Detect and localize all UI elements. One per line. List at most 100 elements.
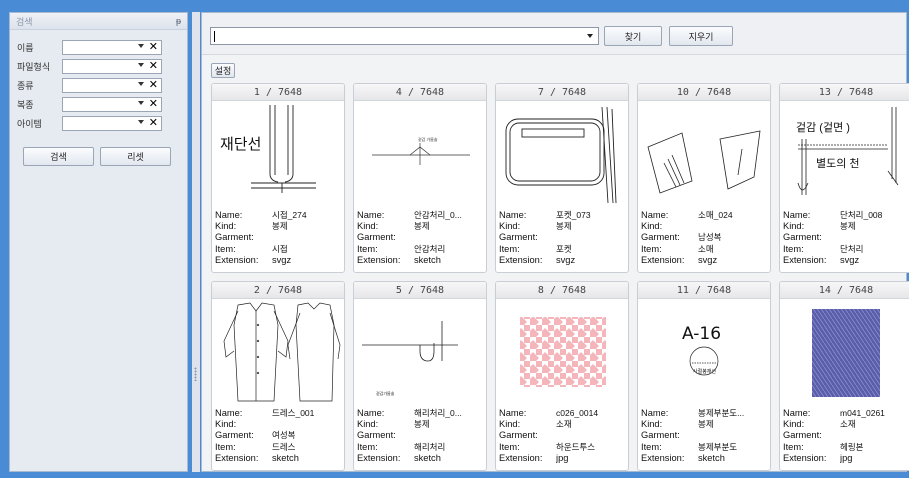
meta-key-name: Name:: [783, 408, 811, 418]
meta-key-item: Item:: [783, 243, 804, 254]
meta-item: 헤링본: [840, 441, 864, 452]
meta-item: 하운드투스: [556, 441, 596, 452]
chevron-down-icon[interactable]: [138, 62, 144, 67]
meta-key-item: Item:: [783, 441, 804, 452]
card-meta: Name: 시접_274 Kind: 봉제 Garment: Item: 시접 Ext…: [215, 210, 343, 266]
hem-drawing[interactable]: 겉감 (겉면 ) 별도의 천: [784, 103, 909, 205]
meta-extension: svgz: [698, 254, 718, 265]
lining-drawing[interactable]: 겉감 가름솔: [358, 103, 484, 205]
field-label: 복종: [17, 99, 34, 110]
item-combo[interactable]: ✕: [62, 115, 162, 131]
card-meta: Name: 포켓_073 Kind: 봉제 Garment: Item: 포켓 Ext…: [499, 210, 627, 266]
meta-extension: sketch: [698, 452, 725, 463]
chevron-down-icon[interactable]: [587, 34, 593, 38]
card-counter: 1 / 7648: [212, 84, 344, 101]
pin-icon[interactable]: ᵽ: [176, 16, 181, 26]
field-garment: 복종 ✕: [17, 95, 181, 113]
meta-key-extension: Extension:: [499, 254, 543, 265]
field-kind: 종류 ✕: [17, 76, 181, 94]
herringbone-swatch[interactable]: [784, 301, 909, 403]
query-combo[interactable]: [210, 27, 599, 45]
svg-text:겉감 (겉면 ): 겉감 (겉면 ): [796, 121, 850, 134]
houndstooth-swatch[interactable]: [500, 301, 626, 403]
chevron-down-icon[interactable]: [138, 81, 144, 86]
sleeve-drawing[interactable]: [642, 103, 768, 205]
meta-key-name: Name:: [499, 408, 527, 418]
chevron-down-icon[interactable]: [138, 119, 144, 124]
pocket-drawing[interactable]: [500, 103, 626, 205]
meta-extension: sketch: [414, 452, 441, 463]
result-card[interactable]: 14 / 7648 Name: m041_0261 Kind: 소재 Garment…: [779, 281, 909, 471]
result-card[interactable]: 2 / 7648 Name: 드레스_001 Kind: Garment: 여성복 …: [211, 281, 345, 471]
meta-extension: jpg: [840, 452, 853, 463]
close-icon[interactable]: ✕: [149, 98, 158, 111]
result-card[interactable]: 5 / 7648 겉감가름솔 Name: 해리처리_0... Kind: 봉제 Ga…: [353, 281, 487, 471]
result-card[interactable]: 4 / 7648 겉감 가름솔 Name: 안감처리_0... Kind: 봉제 G…: [353, 83, 487, 273]
meta-key-garment: Garment:: [215, 232, 254, 243]
meta-item: 해리처리: [414, 441, 446, 452]
reset-button[interactable]: 리셋: [100, 147, 171, 166]
search-fields: 이름 ✕ 파일형식 ✕ 종류 ✕ 복종 ✕ 아이템 ✕: [10, 30, 187, 132]
meta-key-garment: Garment:: [499, 430, 538, 441]
meta-kind: 봉제: [698, 419, 714, 430]
close-icon[interactable]: ✕: [149, 60, 158, 73]
find-button[interactable]: 찾기: [604, 26, 662, 46]
meta-item: 안감처리: [414, 243, 446, 254]
clear-button[interactable]: 지우기: [669, 26, 733, 46]
chevron-down-icon[interactable]: [138, 100, 144, 105]
meta-key-name: Name:: [641, 408, 669, 418]
meta-key-name: Name:: [357, 408, 385, 418]
result-card[interactable]: 10 / 7648 Name: 소매_024 Kind: Garment: 남성복 …: [637, 83, 771, 273]
file-type-combo[interactable]: ✕: [62, 58, 162, 74]
close-icon[interactable]: ✕: [149, 41, 158, 54]
meta-extension: sketch: [414, 254, 441, 265]
meta-key-item: Item:: [357, 243, 378, 254]
close-icon[interactable]: ✕: [149, 79, 158, 92]
dress-drawing[interactable]: [216, 301, 342, 403]
meta-kind: 봉제: [414, 221, 430, 232]
field-name: 이름 ✕: [17, 38, 181, 56]
result-card[interactable]: 1 / 7648 재단선 Name: 시접_274 Kind: 봉제 Garment…: [211, 83, 345, 273]
result-card[interactable]: 13 / 7648 겉감 (겉면 ) 별도의 천 Name: 단처리_008 Ki…: [779, 83, 909, 273]
chevron-down-icon[interactable]: [138, 43, 144, 48]
meta-key-extension: Extension:: [215, 452, 259, 463]
text-caret: [214, 31, 215, 42]
search-button[interactable]: 검색: [23, 147, 94, 166]
card-meta: Name: 해리처리_0... Kind: 봉제 Garment: Item: 해리처…: [357, 408, 485, 464]
result-card[interactable]: 7 / 7648 Name: 포켓_073 Kind: 봉제 Garment: It…: [495, 83, 629, 273]
seam-allowance-drawing[interactable]: 재단선: [216, 103, 342, 205]
card-meta: Name: m041_0261 Kind: 소재 Garment: Item: 헤링본…: [783, 408, 909, 464]
meta-key-extension: Extension:: [215, 254, 259, 265]
query-bar: 찾기 지우기: [202, 13, 906, 55]
meta-item: 소매: [698, 243, 714, 254]
garment-combo[interactable]: ✕: [62, 96, 162, 112]
fray-drawing[interactable]: 겉감가름솔: [358, 301, 484, 403]
meta-key-kind: Kind:: [215, 419, 237, 430]
meta-key-extension: Extension:: [783, 452, 827, 463]
svg-text:겉감가름솔: 겉감가름솔: [376, 390, 395, 396]
name-combo[interactable]: ✕: [62, 39, 162, 55]
kind-combo[interactable]: ✕: [62, 77, 162, 93]
meta-key-item: Item:: [499, 243, 520, 254]
field-file-type: 파일형식 ✕: [17, 57, 181, 75]
meta-key-kind: Kind:: [783, 221, 805, 232]
panel-splitter[interactable]: [192, 12, 200, 472]
meta-kind: 봉제: [556, 221, 572, 232]
svg-text:별도의 천: 별도의 천: [816, 156, 860, 170]
card-meta: Name: 단처리_008 Kind: 봉제 Garment: Item: 단처리 E…: [783, 210, 909, 266]
close-icon[interactable]: ✕: [149, 117, 158, 130]
stitch-detail-drawing[interactable]: A-16 사절봉재선: [642, 301, 768, 403]
meta-extension: jpg: [556, 452, 569, 463]
meta-name: 안감처리_0...: [414, 210, 462, 220]
result-card[interactable]: 11 / 7648 A-16 사절봉재선 Name: 봉제부분도... Kind:…: [637, 281, 771, 471]
settings-button[interactable]: 설정: [211, 63, 235, 78]
meta-name: 해리처리_0...: [414, 408, 462, 418]
result-card[interactable]: 8 / 7648 Name: c026_0014 Kind: 소재 Garment:…: [495, 281, 629, 471]
meta-key-name: Name:: [215, 408, 243, 418]
splitter-grip-icon[interactable]: [194, 367, 197, 381]
card-counter: 11 / 7648: [638, 282, 770, 299]
meta-name: 드레스_001: [272, 408, 315, 418]
meta-name: 소매_024: [698, 210, 733, 220]
field-label: 종류: [17, 80, 34, 91]
card-counter: 14 / 7648: [780, 282, 909, 299]
